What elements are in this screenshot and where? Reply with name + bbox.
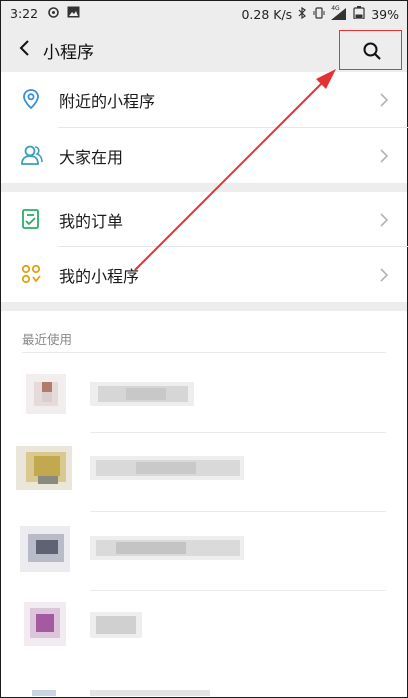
recent-item-1[interactable] xyxy=(16,366,396,422)
recent-item-2[interactable] xyxy=(16,440,396,496)
search-button[interactable] xyxy=(339,30,402,70)
vibrate-icon xyxy=(313,6,325,22)
image-icon xyxy=(67,6,80,21)
people-icon xyxy=(20,144,43,166)
chevron-right-icon xyxy=(379,92,389,107)
menu-item-nearby[interactable]: 附近的小程序 xyxy=(1,72,407,127)
section-gap xyxy=(1,183,407,192)
menu-item-orders[interactable]: 我的订单 xyxy=(1,192,407,247)
menu-item-label: 附近的小程序 xyxy=(59,92,156,111)
page-title: 小程序 xyxy=(43,43,94,63)
divider xyxy=(90,590,386,591)
order-list-icon xyxy=(20,208,42,230)
menu-item-label: 大家在用 xyxy=(59,148,124,167)
battery-percent: 39% xyxy=(371,6,399,22)
recent-item-4[interactable] xyxy=(16,598,396,654)
chevron-right-icon xyxy=(379,212,389,227)
menu-item-label: 我的订单 xyxy=(59,212,124,231)
chevron-right-icon xyxy=(379,267,389,282)
status-bar: 3:22 0.28 K/s 4G 39% xyxy=(1,1,407,25)
divider xyxy=(90,432,386,433)
status-time: 3:22 xyxy=(10,6,39,21)
recent-item-3[interactable] xyxy=(16,520,396,576)
divider xyxy=(90,511,386,512)
menu-item-my-mini-programs[interactable]: 我的小程序 xyxy=(1,247,407,302)
network-type: 4G xyxy=(331,5,340,12)
title-bar: 小程序 xyxy=(1,25,407,72)
sync-icon xyxy=(47,6,60,22)
recent-section-label: 最近使用 xyxy=(22,332,73,347)
status-right: 0.28 K/s 4G 39% xyxy=(241,5,399,22)
chevron-right-icon xyxy=(379,148,389,163)
menu-item-popular[interactable]: 大家在用 xyxy=(1,128,407,183)
divider xyxy=(22,352,386,353)
search-icon xyxy=(363,42,381,60)
location-pin-icon xyxy=(20,88,42,110)
mini-program-icon xyxy=(20,263,42,285)
signal-icon: 4G xyxy=(331,5,347,20)
bluetooth-icon xyxy=(298,6,307,22)
battery-icon xyxy=(353,6,365,22)
menu-item-label: 我的小程序 xyxy=(59,267,140,286)
back-chevron-icon[interactable] xyxy=(15,38,35,58)
network-speed: 0.28 K/s xyxy=(241,6,293,22)
section-gap xyxy=(1,302,407,311)
recent-item-5-partial xyxy=(16,684,396,696)
